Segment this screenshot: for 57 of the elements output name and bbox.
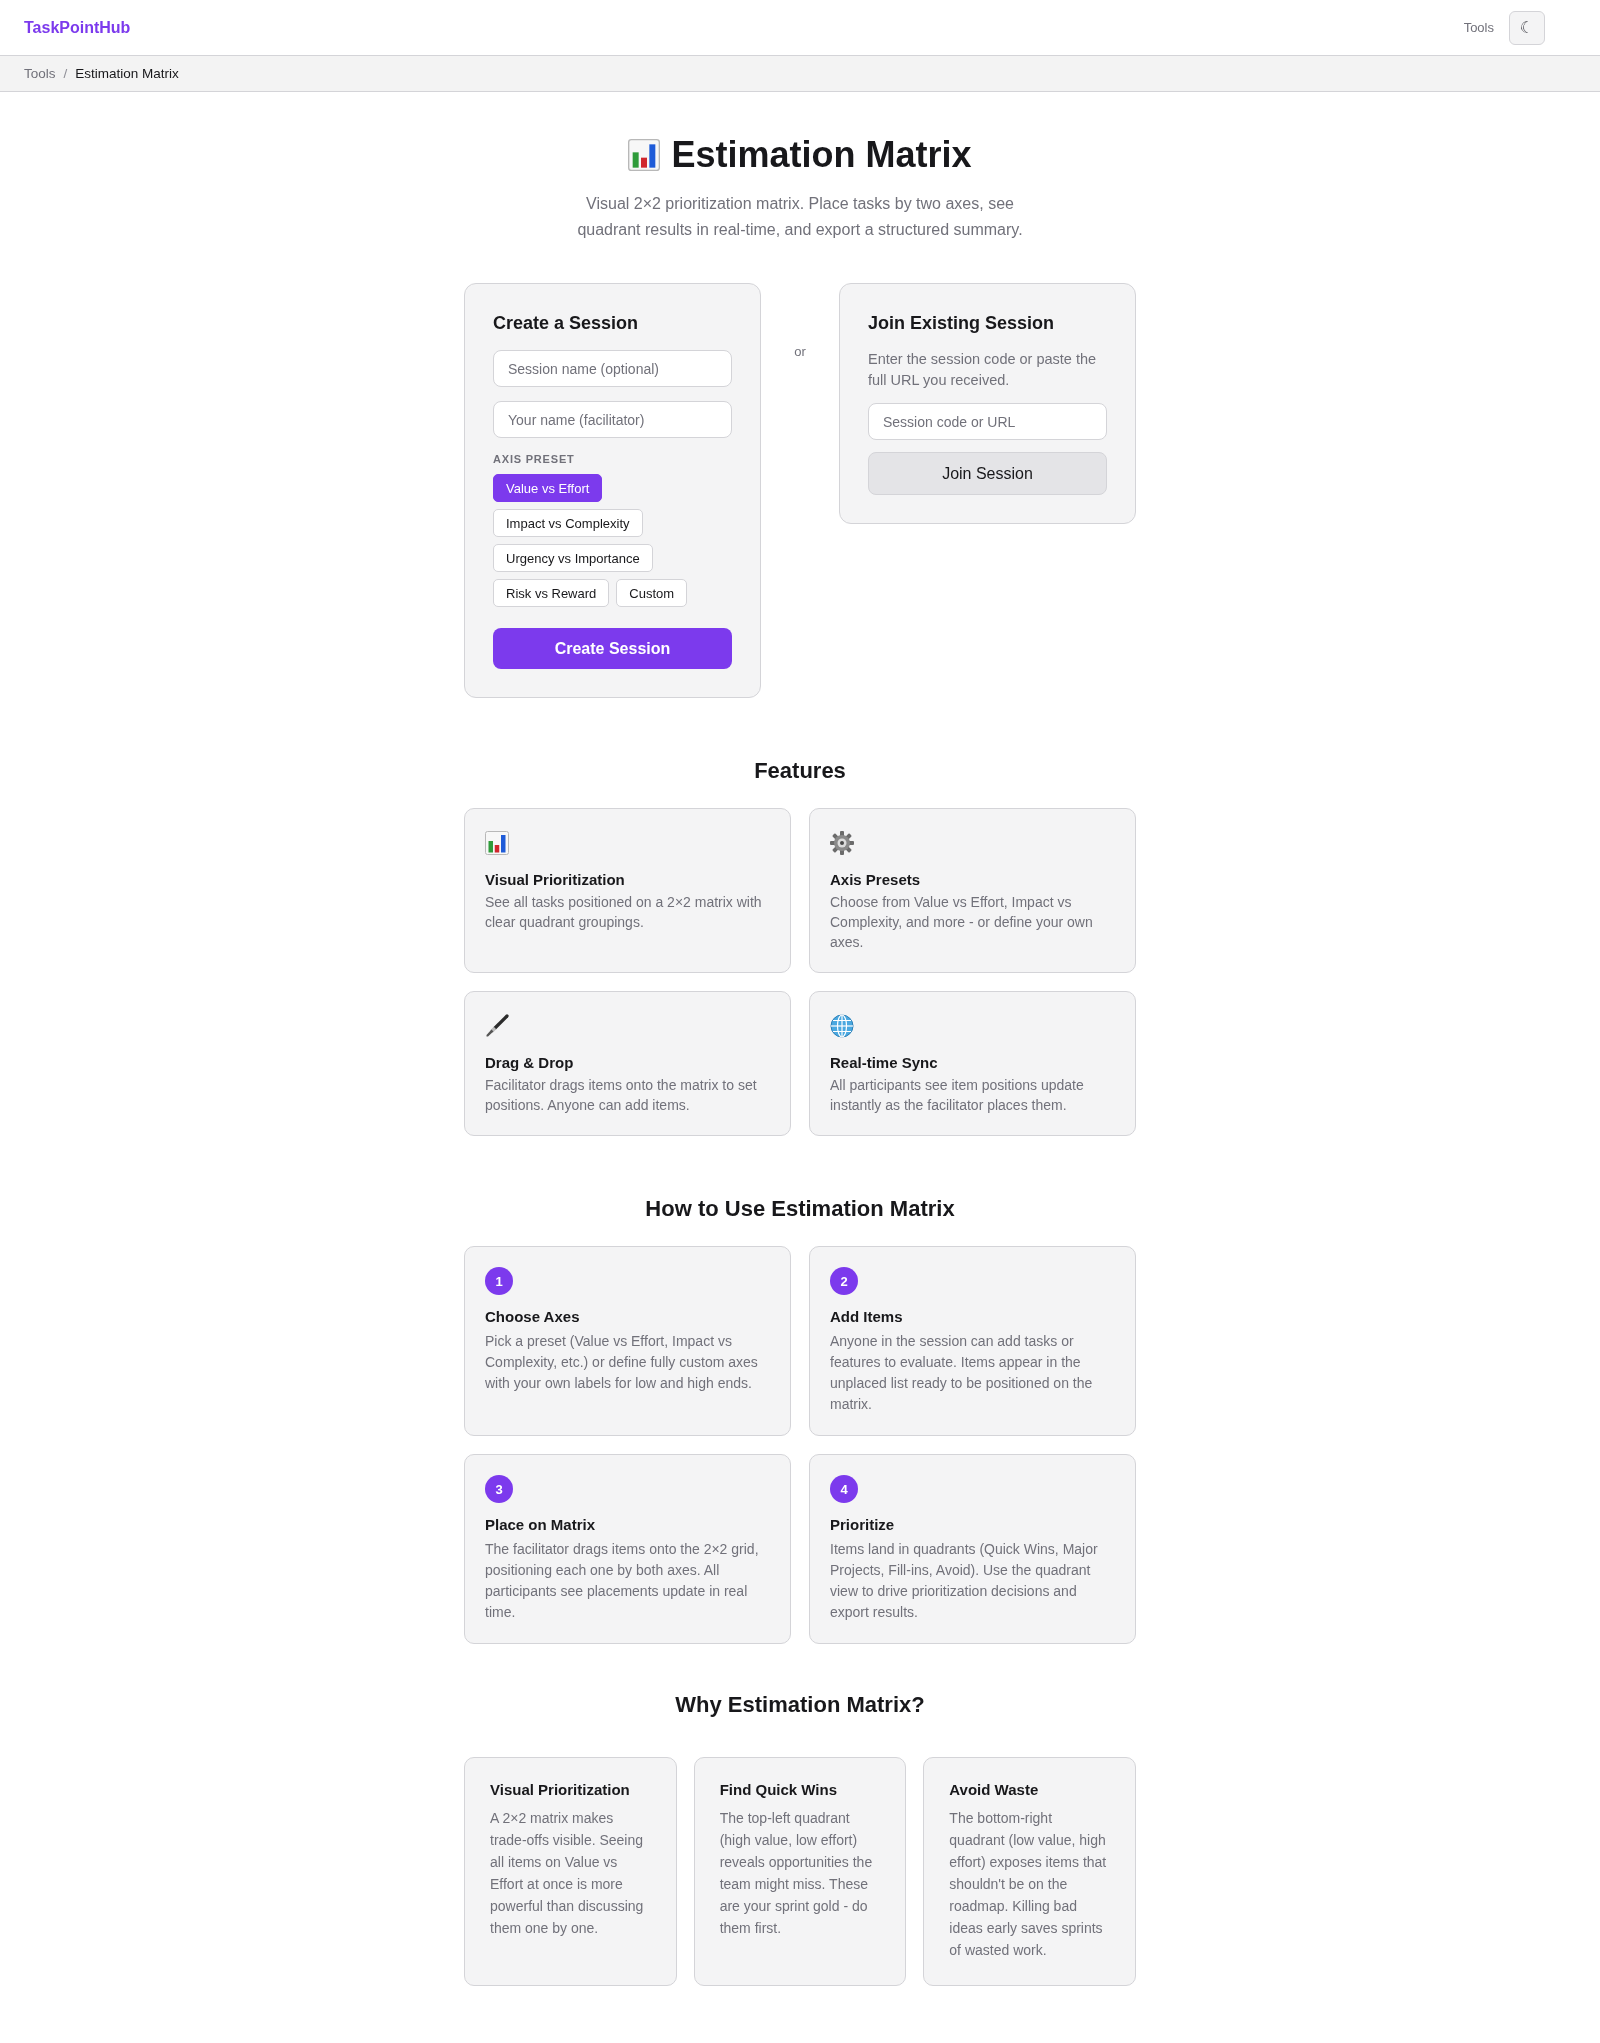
section-heading: How to Use Estimation Matrix: [644, 1195, 956, 1223]
logo[interactable]: TaskPointHub: [24, 18, 131, 37]
bar-chart-icon: [485, 831, 509, 855]
card-title: Visual Prioritization: [485, 870, 626, 890]
card-description: Choose from Value vs Effort, Impact vs Complexity, and more - or define your own axes.: [830, 893, 1094, 952]
card-title: Avoid Waste: [949, 1780, 1040, 1800]
input-field[interactable]: Session code or URL: [868, 403, 1107, 440]
bar-chart-icon: [628, 139, 661, 171]
card-title: Prioritize: [830, 1515, 896, 1535]
preset-chip[interactable]: Impact vs Complexity: [493, 509, 643, 537]
create-session-button[interactable]: Create Session: [493, 628, 732, 669]
globe-icon: [830, 1014, 854, 1038]
card-description: The bottom-right quadrant (low value, high effort) exposes items that shouldn't be on the roadmap. Killing bad ideas early saves sprints of wasted work.: [949, 1809, 1108, 1960]
page-subtitle: Visual 2×2 prioritization matrix. Place tasks by two axes, see quadrant results in real-time, and export a structured summary.: [576, 194, 1024, 240]
step-number: 4: [830, 1475, 858, 1503]
card-description: Anyone in the session can add tasks or features to evaluate. Items appear in the unplaced list ready to be positioned on the matrix.: [830, 1332, 1094, 1414]
breadcrumb-current-page: Estimation Matrix: [75, 66, 179, 81]
card-title: Choose Axes: [485, 1307, 581, 1327]
input-field[interactable]: Your name (facilitator): [493, 401, 732, 438]
card-title: Drag & Drop: [485, 1053, 575, 1073]
card-description: Facilitator drags items onto the matrix to set positions. Anyone can add items.: [485, 1076, 758, 1115]
paintbrush-icon: [485, 1014, 509, 1038]
gear-icon: [830, 831, 854, 855]
card-description: All participants see item positions update instantly as the facilitator places them.: [830, 1076, 1085, 1115]
breadcrumb-separator: /: [63, 66, 68, 81]
step-number: 1: [485, 1267, 513, 1295]
card-title: Find Quick Wins: [719, 1780, 839, 1800]
card-description: The top-left quadrant (high value, low effort) reveals opportunities the team might miss. These are your sprint gold - do them first.: [719, 1809, 874, 1938]
card-heading: Create a Session: [493, 312, 640, 335]
card-title: Real-time Sync: [830, 1053, 939, 1073]
card-description: A 2×2 matrix makes trade-offs visible. Seeing all items on Value vs Effort at once is more powerful than discussing them one by one.: [490, 1809, 645, 1938]
nav-link[interactable]: Tools: [1463, 20, 1494, 35]
card-title: Axis Presets: [830, 870, 922, 890]
card-title: Visual Prioritization: [490, 1780, 631, 1800]
card-description: Items land in quadrants (Quick Wins, Major Projects, Fill-ins, Avoid). Use the quadrant view to drive prioritization decisions and export results.: [830, 1540, 1099, 1622]
theme-toggle-button[interactable]: ☾: [1509, 10, 1545, 45]
breadcrumb-link[interactable]: Tools: [24, 66, 56, 81]
preset-chip[interactable]: Custom: [616, 579, 688, 607]
preset-chip[interactable]: Urgency vs Importance: [493, 544, 653, 572]
card-title: Place on Matrix: [485, 1515, 597, 1535]
or-divider-text: or: [794, 344, 806, 359]
section-heading: Why Estimation Matrix?: [674, 1691, 926, 1719]
card-description: Enter the session code or paste the full URL you received.: [868, 350, 1098, 390]
step-number: 2: [830, 1267, 858, 1295]
preset-chip[interactable]: Risk vs Reward: [493, 579, 610, 607]
section-heading: Features: [753, 757, 847, 785]
preset-chip[interactable]: Value vs Effort: [493, 474, 603, 502]
card-description: Pick a preset (Value vs Effort, Impact vs Complexity, etc.) or define fully custom axes with your own labels for low and high ends.: [485, 1332, 759, 1393]
card-heading: Join Existing Session: [868, 312, 1056, 335]
input-field[interactable]: Session name (optional): [493, 350, 732, 387]
card-title: Add Items: [830, 1307, 904, 1327]
card-description: The facilitator drags items onto the 2×2 grid, positioning each one by both axes. All participants see placements update in real time.: [485, 1540, 760, 1622]
card-description: See all tasks positioned on a 2×2 matrix with clear quadrant groupings.: [485, 893, 763, 932]
step-number: 3: [485, 1475, 513, 1503]
field-label: AXIS PRESET: [493, 452, 576, 466]
join-session-button[interactable]: Join Session: [868, 452, 1107, 495]
page-title: Estimation Matrix: [671, 133, 972, 177]
